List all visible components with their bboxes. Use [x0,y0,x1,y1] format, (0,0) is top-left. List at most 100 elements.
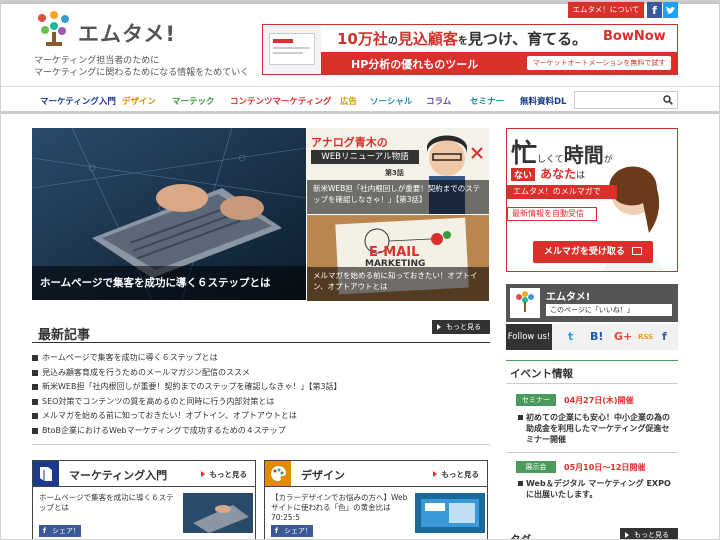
facebook-icon[interactable]: f [647,2,662,18]
ad-strip: HP分析の優れものツール マーケットオートメーションを無料で試す [321,52,677,74]
category-header: デザイン もっと見る [265,461,487,487]
hero-main-caption: ホームページで集客を成功に導く６ステップとは [32,266,306,300]
tags-more-button[interactable]: もっと見る [620,528,678,540]
about-link[interactable]: エムタメ！について [568,2,644,18]
category-title: マーケティング入門 [69,469,168,482]
newsletter-ad-headline-2: ない あなたは [511,163,585,182]
google-plus-icon[interactable]: G+ [614,330,632,343]
events-title: イベント情報 [510,368,573,380]
latest-item-6[interactable]: BtoB企業におけるWebマーケティングで成功するための４ステップ [32,425,490,440]
nav-item-free-download[interactable]: 無料資料DL [520,95,566,107]
latest-more-button[interactable]: もっと見る [432,320,490,334]
hero-featured-article[interactable]: ホームページで集客を成功に導く６ステップとは [32,128,306,300]
search-box [574,91,678,109]
category-more-link[interactable]: もっと見る [432,469,479,480]
latest-item-4[interactable]: SEO対策でコンテンツの質を高めるのと同時に行う内部対策とは [32,396,490,411]
latest-articles-list: ホームページで集客を成功に導く６ステップとは 見込み顧客育成を行うためのメールマ… [32,352,490,439]
fb-page-name: エムタメ! [546,292,591,303]
facebook-follow-icon[interactable]: f [662,330,667,343]
header-ad-banner[interactable]: 10万社の見込顧客を見つけ、育てる。 BowNow HP分析の優れものツール マ… [262,24,678,75]
ad-screenshot-image [263,25,321,74]
nav-item-design[interactable]: デザイン [122,95,156,107]
ad-cta-button[interactable]: マーケットオートメーションを無料で試す [527,56,671,70]
ad-word-ga: が [603,155,613,165]
follow-us-label: Follow us! [506,324,552,350]
category-header: マーケティング入門 もっと見る [33,461,255,487]
category-title: デザイン [301,469,345,482]
nav-item-martech[interactable]: マーテック [172,95,215,107]
ad-headline-part-5: 見つけ、育てる。 [467,30,588,48]
tags-title: タグ [510,534,531,540]
main-nav: マーケティング入門 デザイン マーテック コンテンツマーケティング 広告 ソーシ… [0,86,720,114]
palette-icon [265,461,291,486]
nav-item-seminar[interactable]: セミナー [470,95,504,107]
hero-side-1-caption: 新米WEB担「社内根回しが重要！契約までのステップを確認しなきゃ！」【第3話】 [307,180,489,214]
latest-item-3[interactable]: 新米WEB担「社内根回しが重要！契約までのステップを確認しなきゃ！」【第3話】 [32,381,490,396]
hero-side-2-caption: メルマガを始める前に知っておきたい！オプトイン、オプトアウトとは [307,267,489,301]
book-icon [33,461,59,486]
ad-headline-part-3: 見込顧客 [397,30,458,48]
series-subtitle: WEBリニューアル物語 [311,150,419,164]
event-1-tag: セミナー [516,394,556,406]
category-box-marketing-intro: マーケティング入門 もっと見る ホームページで集客を成功に導く６ステップとは シ… [32,460,256,540]
latest-item-5[interactable]: メルマガを始める前に知っておきたい！オプトイン、オプトアウトとは [32,410,490,425]
email-word: E-MAIL [369,245,420,260]
ad-headline: 10万社の見込顧客を見つけ、育てる。 [337,28,587,49]
newsletter-ad-sub-1: エムタメ！のメルマガで [507,185,617,199]
ad-brand-name: BowNow [603,29,666,44]
latest-item-2[interactable]: 見込み顧客育成を行うためのメールマガジン配信のススメ [32,367,490,382]
rss-icon[interactable]: RSS [638,333,653,341]
latest-articles-title: 最新記事 [38,328,91,343]
facebook-share-button[interactable]: シェア！ [39,525,81,537]
newsletter-subscribe-button[interactable]: メルマガを受け取る [533,241,653,263]
follow-us-bar: Follow us! t B! G+ RSS f [506,324,678,350]
newsletter-subscribe-label: メルマガを受け取る [543,247,625,257]
nav-item-social[interactable]: ソーシャル [370,95,412,107]
ad-word-nai: ない [511,168,536,181]
ad-headline-part-1: 10万社 [337,30,388,48]
search-icon[interactable] [663,95,673,105]
ad-subline: HP分析の優れものツール [351,58,479,71]
ad-word-anata: あなた [540,167,577,181]
logo-tree-icon [38,11,69,46]
event-1-date: 04月27日(木)開催 [564,396,634,405]
facebook-share-button[interactable]: シェア！ [271,525,313,537]
ad-word-wa: は [576,171,586,181]
fb-like-button[interactable]: このページに「いいね！」 [546,304,672,316]
hero-side-article-1[interactable]: アナログ青木の WEBリニューアル物語 第3話 新米WEB担「社内根回しが重要！… [307,128,489,214]
facebook-like-box[interactable]: エムタメ! このページに「いいね！」 [506,284,678,322]
event-2-date: 05月10日～12日開催 [564,463,646,472]
ad-headline-part-2: の [387,36,398,47]
twitter-icon[interactable] [663,2,678,18]
series-title: アナログ青木の [311,136,388,149]
hero-side-article-2[interactable]: E-MAIL MARKETING メルマガを始める前に知っておきたい！オプトイン… [307,215,489,301]
category-box-design: デザイン もっと見る 【カラーデザインでお悩みの方へ】Webサイトに使われる「色… [264,460,488,540]
event-2-link[interactable]: Web＆デジタル マーケティング EXPO に出展いたします。 [518,478,674,500]
latest-item-1[interactable]: ホームページで集客を成功に導く６ステップとは [32,352,490,367]
hatena-bookmark-icon[interactable]: B! [590,330,603,343]
category-thumbnail[interactable] [183,493,253,533]
category-thumbnail[interactable] [415,493,485,533]
nav-item-ads[interactable]: 広告 [340,95,357,107]
logo-text: エムタメ! [78,22,176,46]
mail-icon [632,247,643,255]
category-more-link[interactable]: もっと見る [200,469,247,480]
event-2-tag: 展示会 [516,461,556,473]
site-tagline: マーケティング担当者のために マーケティングに関わるためになる情報をためていく [34,55,274,79]
series-episode: 第3話 [385,169,404,177]
nav-item-content-marketing[interactable]: コンテンツマーケティング [230,95,331,107]
event-1-link[interactable]: 初めての企業にも安心！中小企業の為の助成金を利用したマーケティング促進セミナー開… [518,412,674,445]
ad-headline-part-4: を [457,36,468,47]
fb-page-avatar [510,288,540,318]
nav-item-marketing-intro[interactable]: マーケティング入門 [40,95,116,107]
nav-item-column[interactable]: コラム [426,95,451,107]
tagline-line-2: マーケティングに関わるためになる情報をためていく [34,68,250,78]
category-article-title[interactable]: ホームページで集客を成功に導く６ステップとは [39,493,179,513]
category-article-title[interactable]: 【カラーデザインでお悩みの方へ】Webサイトに使われる「色」の黄金比は70:25… [271,493,411,523]
tagline-line-1: マーケティング担当者のために [34,56,160,66]
twitter-follow-icon[interactable]: t [568,330,573,343]
search-input[interactable] [575,92,659,108]
newsletter-ad[interactable]: 忙しくて時間が ない あなたは エムタメ！のメルマガで 最新情報を自動受信 メル… [506,128,678,272]
site-logo[interactable]: エムタメ! [34,10,184,50]
newsletter-ad-sub-2: 最新情報を自動受信 [507,207,597,221]
